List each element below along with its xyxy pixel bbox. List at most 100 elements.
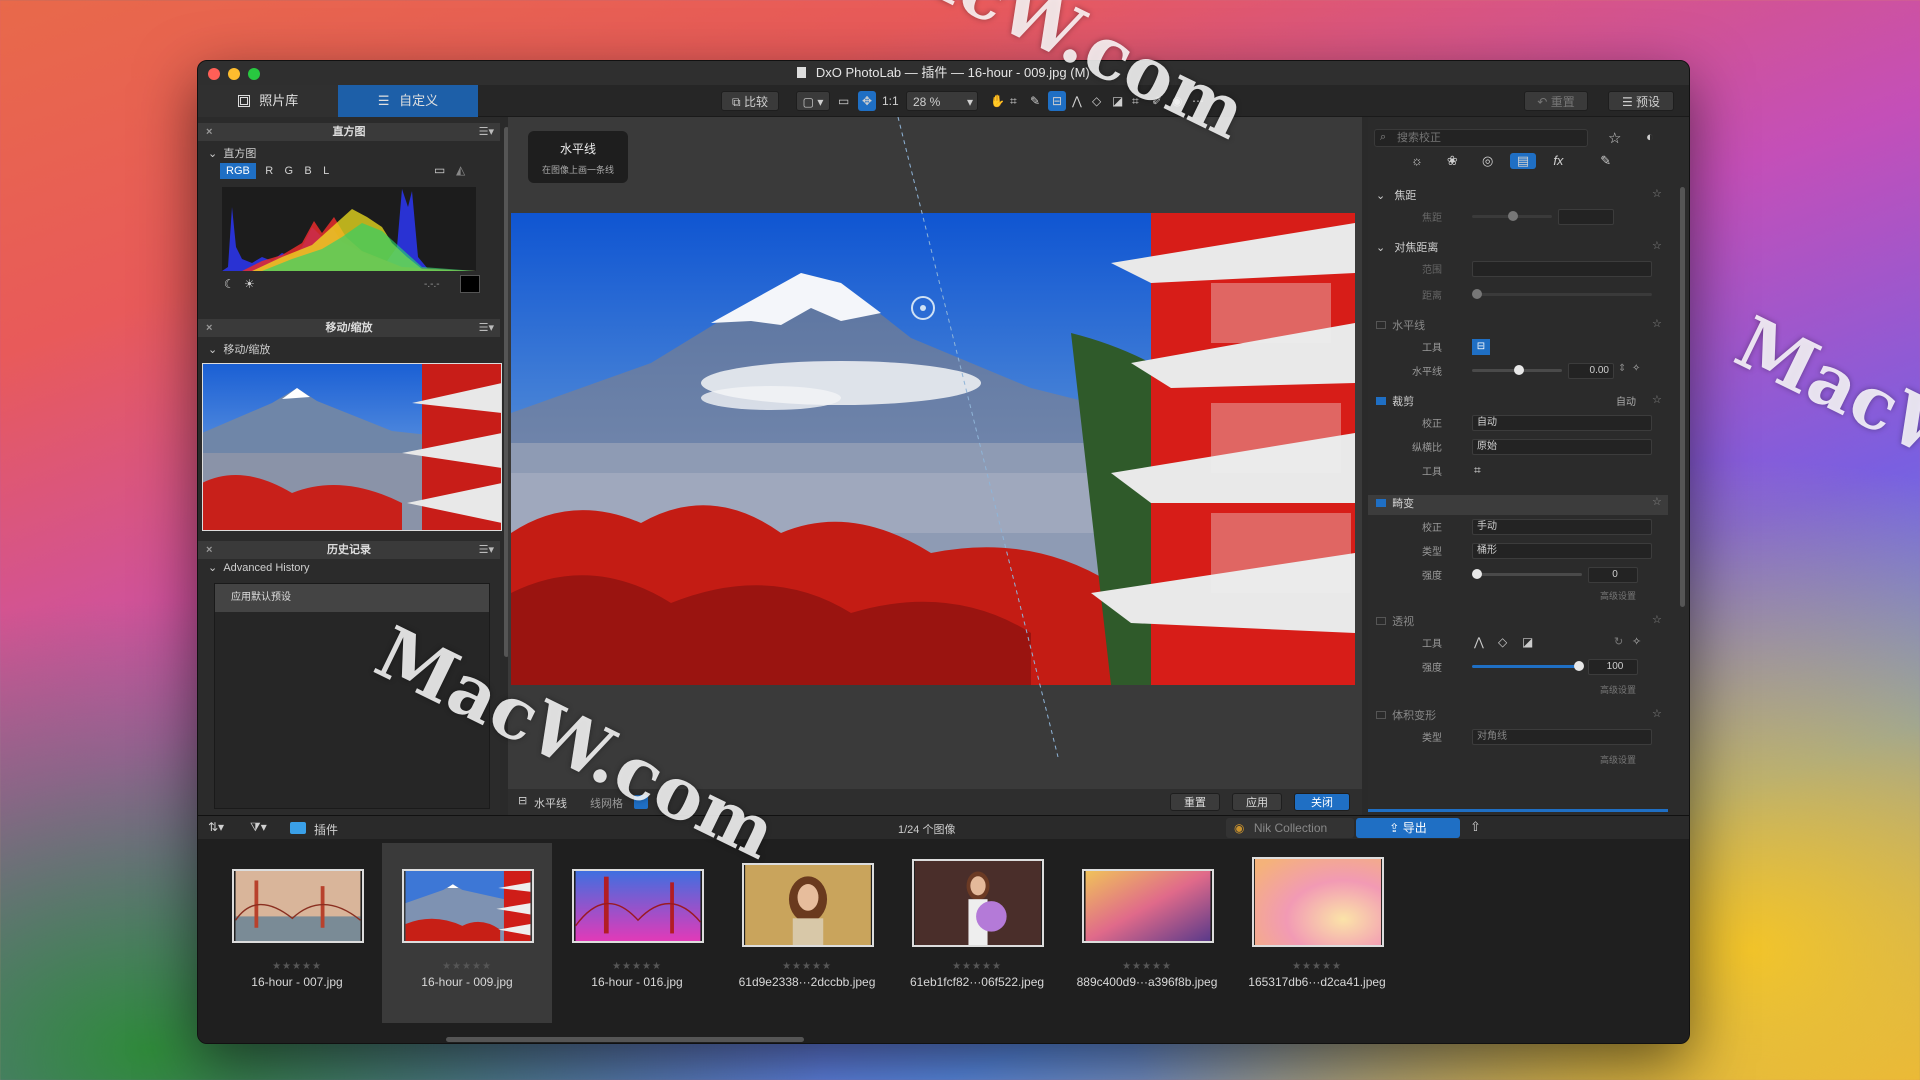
nik-collection-button[interactable]: ◉ Nik Collection [1226, 818, 1354, 838]
horizon-guide-line[interactable] [508, 117, 1362, 757]
compare-button[interactable]: ⧉ 比较 [721, 91, 779, 111]
thumbnail-6[interactable]: ★★★★★ 165317db6···d2ca41.jpeg [1232, 843, 1402, 1023]
fit-screen-icon[interactable]: ▭ [838, 91, 849, 111]
distortion-strength-field[interactable]: 0 [1588, 567, 1638, 583]
section-perspective[interactable]: 透视 ☆ [1376, 613, 1676, 633]
rating-stars[interactable]: ★★★★★ [722, 961, 892, 972]
auto-level-icon[interactable]: ✧ [1632, 363, 1640, 374]
grid-tool-icon[interactable]: ⌗ [1132, 91, 1139, 111]
menu-icon[interactable]: ☰▾ [479, 541, 494, 559]
channel-l[interactable]: L [323, 165, 329, 177]
auto-perspective-icon[interactable]: ✧ [1632, 635, 1641, 648]
channel-r[interactable]: R [265, 165, 273, 177]
distortion-type-select[interactable]: 桶形 [1472, 543, 1652, 559]
perspective-rect-icon[interactable]: ◇ [1498, 635, 1507, 649]
focal-value[interactable] [1558, 209, 1614, 225]
perspective-reset-icon[interactable]: ↻ [1614, 635, 1623, 648]
volume-type-select[interactable]: 对角线 [1472, 729, 1652, 745]
favorite-star-icon[interactable]: ☆ [1652, 613, 1662, 626]
perspective-rect-icon[interactable]: ◇ [1092, 91, 1101, 111]
section-volume[interactable]: 体积变形 ☆ [1376, 707, 1676, 727]
reset-button[interactable]: ↶ 重置 [1524, 91, 1588, 111]
distance-slider[interactable] [1472, 293, 1652, 296]
checkbox[interactable] [1376, 321, 1386, 329]
horizon-slider-knob[interactable] [1514, 365, 1524, 375]
chevron-down-icon[interactable]: ⌄ [208, 344, 217, 356]
minimize-window-button[interactable] [228, 68, 240, 80]
filmstrip-scrollbar[interactable] [446, 1037, 804, 1042]
distance-slider-knob[interactable] [1472, 289, 1482, 299]
filter-icon[interactable]: ⧩▾ [250, 820, 267, 835]
thumbnail-4[interactable]: ★★★★★ 61eb1fcf82···06f522.jpeg [892, 843, 1062, 1023]
rating-stars[interactable]: ★★★★★ [1062, 961, 1232, 972]
horizon-value-field[interactable]: 0.00 [1568, 363, 1614, 379]
perspective-strength-slider[interactable] [1472, 665, 1582, 668]
favorite-star-icon[interactable]: ☆ [1652, 239, 1662, 252]
horizon-tool-icon[interactable]: ⊟ [1472, 339, 1490, 355]
rating-stars[interactable]: ★★★★★ [892, 961, 1062, 972]
viewer-close-button[interactable]: 关闭 [1294, 793, 1350, 811]
rating-stars[interactable]: ★★★★★ [552, 961, 722, 972]
grid-toggle[interactable] [634, 795, 648, 809]
eye-icon[interactable]: ◉ [1172, 91, 1182, 111]
favorite-star-icon[interactable]: ☆ [1652, 187, 1662, 200]
guides-icon[interactable]: ⋯ [1192, 91, 1204, 111]
gamut-icon[interactable]: ◭ [456, 163, 465, 177]
moon-icon[interactable]: ☾ [224, 277, 235, 291]
thumbnail-1[interactable]: ★★★★★ 16-hour - 009.jpg [382, 843, 552, 1023]
checkbox[interactable] [1376, 711, 1386, 719]
perspective-advanced-row[interactable]: 高级设置 [1368, 683, 1668, 703]
search-box[interactable]: ⌕ [1374, 129, 1588, 147]
distortion-strength-slider[interactable] [1472, 573, 1582, 576]
viewer-apply-button[interactable]: 应用 [1232, 793, 1282, 811]
right-scrollbar[interactable] [1680, 187, 1685, 607]
favorite-star-icon[interactable]: ☆ [1652, 495, 1662, 508]
rating-stars[interactable]: ★★★★★ [1232, 961, 1402, 972]
star-icon[interactable]: ☆ [1608, 129, 1621, 147]
navigator-preview[interactable] [202, 363, 502, 531]
perspective-8pt-icon[interactable]: ◪ [1112, 91, 1123, 111]
toggle-icon[interactable]: ◐ [1646, 129, 1654, 144]
local-adjust-tab-icon[interactable]: ✎ [1593, 153, 1619, 169]
rating-stars[interactable]: ★★★★★ [382, 961, 552, 972]
crop-icon[interactable]: ⌗ [1474, 463, 1481, 478]
channel-g[interactable]: G [284, 165, 293, 177]
chevron-down-icon[interactable]: ⌄ [208, 148, 217, 160]
effects-tab-icon[interactable]: fx [1545, 153, 1571, 168]
detail-tab-icon[interactable]: ◎ [1475, 153, 1501, 169]
crop-tool-icon[interactable]: ⌗ [1010, 91, 1017, 111]
tab-library[interactable]: 照片库 [198, 85, 338, 117]
checkbox[interactable] [1376, 397, 1386, 405]
monitor-icon[interactable]: ▭ [434, 163, 445, 177]
section-distortion[interactable]: 畸变 ☆ [1368, 495, 1668, 515]
checkbox[interactable] [1376, 617, 1386, 625]
view-mode-button[interactable]: ▢ ▾ [796, 91, 830, 111]
favorite-star-icon[interactable]: ☆ [1652, 393, 1662, 406]
crop-ratio-select[interactable]: 原始 [1472, 439, 1652, 455]
tab-customize[interactable]: ☰ 自定义 [338, 85, 478, 117]
thumbnail-2[interactable]: ★★★★★ 16-hour - 016.jpg [552, 843, 722, 1023]
viewer-reset-button[interactable]: 重置 [1170, 793, 1220, 811]
distortion-advanced-row[interactable]: 高级设置 [1368, 589, 1668, 609]
thumbnail-3[interactable]: ★★★★★ 61d9e2338···2dccbb.jpeg [722, 843, 892, 1023]
move-icon[interactable]: ✥ [858, 91, 876, 111]
perspective-icon[interactable]: ⋀ [1072, 91, 1082, 111]
close-window-button[interactable] [208, 68, 220, 80]
folder-name[interactable]: 插件 [314, 821, 338, 838]
pen-icon[interactable]: ✎ [1030, 91, 1040, 111]
rating-stars[interactable]: ★★★★★ [212, 961, 382, 972]
distortion-strength-knob[interactable] [1472, 569, 1482, 579]
section-horizon[interactable]: 水平线 ☆ [1376, 317, 1676, 337]
zoom-select[interactable]: 28 % ▾ [906, 91, 978, 111]
zoom-1to1-button[interactable]: 1:1 [882, 91, 899, 111]
history-item[interactable]: 应用默认预设 [215, 584, 489, 612]
crop-correct-select[interactable]: 自动 [1472, 415, 1652, 431]
perspective-strength-field[interactable]: 100 [1588, 659, 1638, 675]
horizon-tool-icon[interactable]: ⊟ [1048, 91, 1066, 111]
channel-rgb[interactable]: RGB [220, 163, 256, 179]
thumbnail-0[interactable]: ★★★★★ 16-hour - 007.jpg [212, 843, 382, 1023]
favorite-star-icon[interactable]: ☆ [1652, 317, 1662, 330]
geometry-tab-icon[interactable]: ▤ [1510, 153, 1537, 169]
export-button[interactable]: ⇪ 导出 [1356, 818, 1460, 838]
zoom-window-button[interactable] [248, 68, 260, 80]
